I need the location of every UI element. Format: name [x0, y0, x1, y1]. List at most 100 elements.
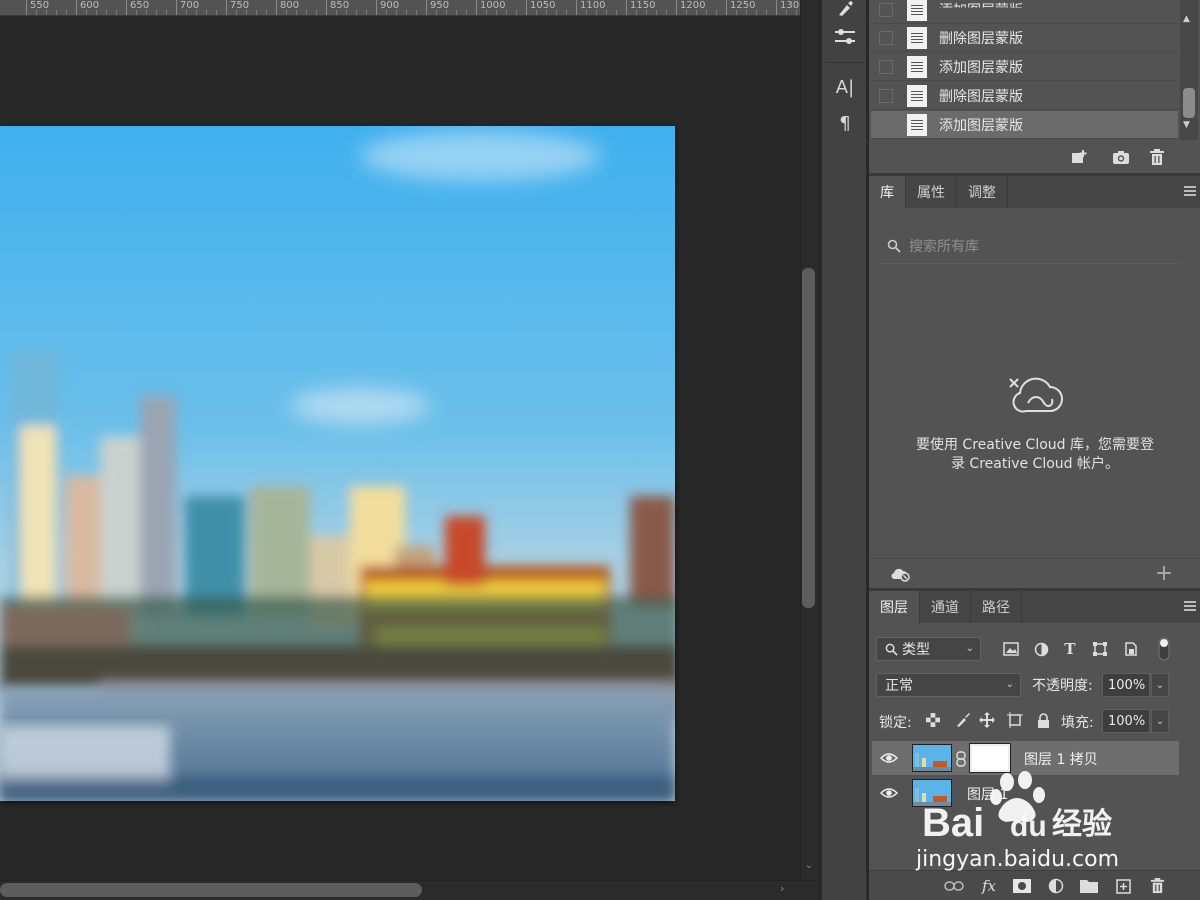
- tab-channels[interactable]: 通道: [920, 591, 971, 623]
- filter-adjustment-layer-icon[interactable]: [1031, 638, 1051, 660]
- ruler-minor-tick: [746, 10, 747, 15]
- ruler-tick: 950: [426, 0, 449, 15]
- history-snapshot-checkbox[interactable]: [879, 117, 893, 132]
- tab-layers[interactable]: 图层: [869, 591, 920, 623]
- canvas-horizontal-scroll-thumb[interactable]: [0, 883, 422, 897]
- tab-libraries[interactable]: 库: [869, 176, 906, 208]
- history-snapshot-checkbox[interactable]: [879, 30, 893, 45]
- layer-mask-link-chain-icon[interactable]: [955, 750, 967, 768]
- ruler-minor-tick: [136, 10, 137, 15]
- fill-dropdown-icon[interactable]: ⌄: [1151, 709, 1169, 733]
- layer-thumbnail[interactable]: [912, 744, 952, 772]
- library-panel-menu-icon[interactable]: [1184, 186, 1196, 196]
- ruler-minor-tick: [586, 10, 587, 15]
- scroll-down-arrow-icon[interactable]: ⌄: [802, 860, 816, 874]
- ruler-minor-tick: [306, 10, 307, 15]
- new-group-folder-icon[interactable]: [1078, 876, 1100, 896]
- ruler-minor-tick: [156, 10, 157, 15]
- add-layer-mask-icon[interactable]: [1011, 876, 1033, 896]
- ruler-minor-tick: [556, 10, 557, 15]
- link-layers-icon[interactable]: [943, 877, 965, 895]
- fill-input[interactable]: 100%: [1102, 709, 1150, 733]
- creative-cloud-disconnected-icon: [1004, 372, 1068, 420]
- fill-label: 填充:: [1061, 715, 1094, 731]
- history-snapshot-checkbox[interactable]: [879, 88, 893, 103]
- layer-name[interactable]: 图层 1: [967, 784, 1008, 804]
- scroll-right-arrow-icon[interactable]: ›: [780, 882, 794, 898]
- document-canvas-area[interactable]: [0, 16, 800, 880]
- filter-pixel-layer-icon[interactable]: [1001, 638, 1021, 660]
- ruler-minor-tick: [786, 10, 787, 15]
- ruler-minor-tick: [706, 10, 707, 15]
- opacity-dropdown-icon[interactable]: ⌄: [1151, 673, 1169, 697]
- add-library-plus-icon[interactable]: +: [1151, 561, 1177, 586]
- history-item[interactable]: 删除图层蒙版: [871, 82, 1178, 110]
- tab-paths[interactable]: 路径: [971, 591, 1022, 623]
- layer-thumbnail[interactable]: [912, 779, 952, 807]
- lock-artboard-icon[interactable]: [1005, 710, 1025, 730]
- history-item[interactable]: 添加图层蒙版: [871, 0, 1178, 24]
- cloud-sync-error-icon[interactable]: [889, 564, 911, 584]
- lock-all-padlock-icon[interactable]: [1033, 710, 1053, 730]
- ruler-minor-tick: [616, 10, 617, 15]
- ruler-minor-tick: [366, 10, 367, 15]
- ruler-minor-tick: [466, 10, 467, 15]
- canvas-vertical-scroll-thumb[interactable]: [802, 268, 815, 608]
- library-search-field[interactable]: 搜索所有库: [877, 228, 1180, 264]
- history-snapshot-checkbox[interactable]: [879, 2, 893, 17]
- tab-adjustments[interactable]: 调整: [957, 176, 1008, 208]
- history-item[interactable]: 删除图层蒙版: [871, 24, 1178, 52]
- filter-shape-layer-icon[interactable]: [1090, 638, 1110, 660]
- layer-style-fx-icon[interactable]: fx: [977, 875, 1001, 897]
- layer-visibility-eye-icon[interactable]: [879, 787, 899, 801]
- ruler-minor-tick: [756, 10, 757, 15]
- blend-mode-select[interactable]: 正常 ⌄: [876, 673, 1021, 697]
- brush-tool-icon[interactable]: [822, 0, 868, 24]
- layer-mask-thumbnail[interactable]: [970, 744, 1010, 772]
- ruler-tick-label: 1000: [480, 0, 506, 11]
- layer-filter-kind-select[interactable]: 类型 ⌄: [876, 637, 981, 661]
- opacity-input[interactable]: 100%: [1102, 673, 1150, 697]
- new-layer-icon[interactable]: [1112, 876, 1134, 896]
- history-item[interactable]: 添加图层蒙版: [871, 53, 1178, 81]
- ruler-tick-label: 1050: [530, 0, 556, 11]
- delete-layer-trash-icon[interactable]: [1146, 876, 1168, 896]
- layers-panel-menu-icon[interactable]: [1184, 601, 1196, 611]
- ruler-minor-tick: [496, 10, 497, 15]
- adjustments-sliders-icon[interactable]: [822, 22, 868, 52]
- ruler-minor-tick: [196, 10, 197, 15]
- ruler-minor-tick: [396, 10, 397, 15]
- horizontal-ruler[interactable]: 550 600 650 700 750 800 850 900 950 1000 1050 1100 1…: [0, 0, 800, 16]
- library-message-line: 要使用 Creative Cloud 库，您需要登: [915, 437, 1155, 453]
- ruler-minor-tick: [446, 10, 447, 15]
- history-scroll-down-icon[interactable]: ▼: [1183, 120, 1190, 130]
- new-snapshot-camera-icon[interactable]: [1110, 146, 1132, 168]
- filter-type-layer-icon[interactable]: T: [1060, 638, 1080, 660]
- lock-position-move-icon[interactable]: [977, 710, 997, 730]
- lock-image-pixels-brush-icon[interactable]: [953, 710, 973, 730]
- layer-visibility-eye-icon[interactable]: [879, 752, 899, 766]
- filter-smart-object-icon[interactable]: [1121, 638, 1141, 660]
- history-scroll-thumb[interactable]: [1183, 88, 1195, 118]
- ruler-tick: 800: [276, 0, 299, 15]
- history-item-selected[interactable]: 添加图层蒙版: [871, 111, 1178, 139]
- history-snapshot-checkbox[interactable]: [879, 59, 893, 74]
- filter-toggle-switch[interactable]: [1156, 636, 1172, 662]
- new-fill-adjustment-layer-icon[interactable]: [1045, 876, 1067, 896]
- history-scroll-up-icon[interactable]: ▲: [1183, 14, 1190, 24]
- blurred-city-photo[interactable]: [0, 126, 675, 801]
- delete-state-trash-icon[interactable]: [1146, 146, 1168, 168]
- ruler-minor-tick: [216, 10, 217, 15]
- character-panel-icon[interactable]: A|: [822, 72, 868, 102]
- ruler-minor-tick: [146, 10, 147, 15]
- lock-transparent-pixels-icon[interactable]: [923, 710, 943, 730]
- new-document-from-state-icon[interactable]: [1068, 146, 1090, 168]
- ruler-tick-label: 1300: [780, 0, 800, 11]
- ruler-minor-tick: [266, 10, 267, 15]
- tab-properties[interactable]: 属性: [906, 176, 957, 208]
- search-icon: [887, 239, 901, 253]
- paragraph-panel-icon[interactable]: ¶: [822, 108, 868, 138]
- layer-name[interactable]: 图层 1 拷贝: [1024, 749, 1098, 769]
- library-footer: +: [869, 558, 1200, 588]
- ruler-minor-tick: [256, 10, 257, 15]
